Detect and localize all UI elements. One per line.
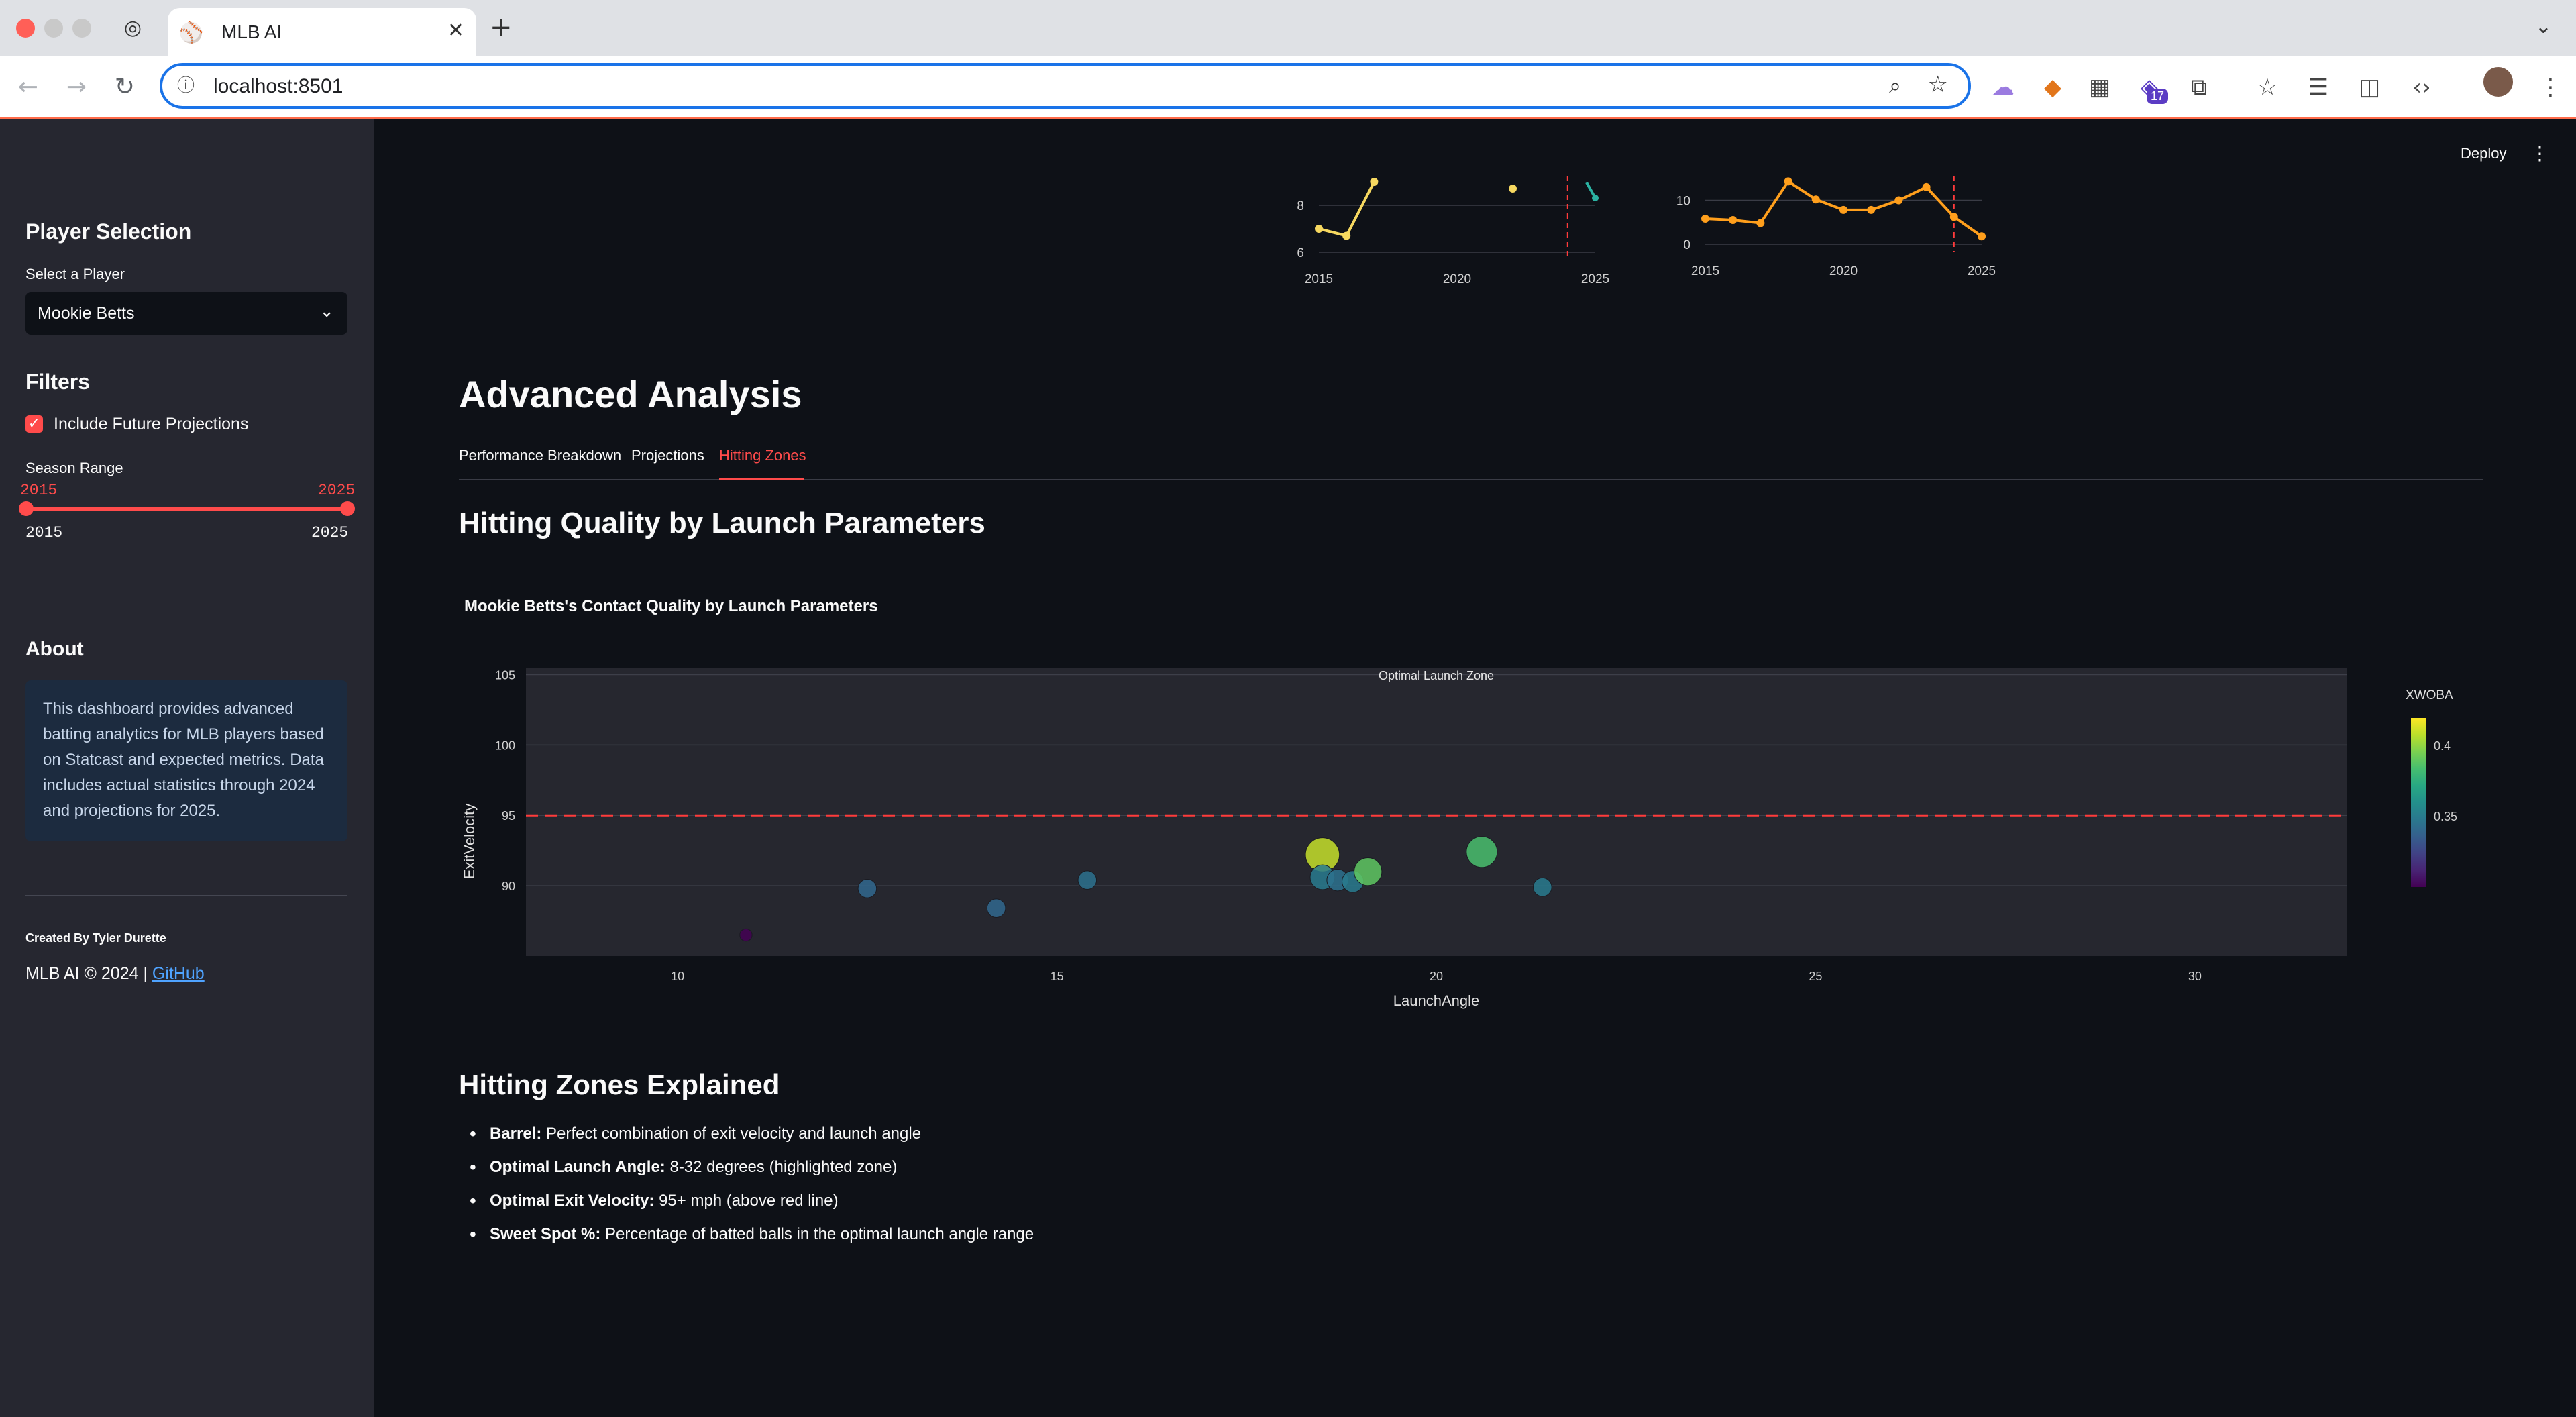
list-item: Optimal Exit Velocity: 95+ mph (above re… [470,1190,1034,1212]
zone-term: Optimal Exit Velocity: [490,1192,655,1210]
y-tick-label: 105 [495,668,515,682]
y-axis-label: ExitVelocity [461,804,478,880]
zone-term: Sweet Spot %: [490,1225,601,1243]
zone-desc: 95+ mph (above red line) [654,1192,839,1210]
zone-desc: Perfect combination of exit velocity and… [541,1124,922,1143]
plot-area [526,668,2347,956]
x-tick-label: 20 [1430,969,1443,983]
hitting-zones-explained-title: Hitting Zones Explained [459,1069,780,1100]
colorbar-title: XWOBA [2406,688,2453,702]
hitting-zones-list: Barrel: Perfect combination of exit velo… [470,1123,1034,1259]
scatter-point [1466,836,1498,868]
x-tick-label: 25 [1809,969,1822,983]
zone-desc: Percentage of batted balls in the optima… [600,1225,1034,1243]
x-tick-label: 10 [671,969,684,983]
y-tick-label: 95 [502,809,515,823]
zone-term: Barrel: [490,1124,542,1143]
scatter-point [1354,857,1383,886]
list-item: Optimal Launch Angle: 8-32 degrees (high… [470,1157,1034,1178]
colorbar-tick-label: 0.4 [2434,739,2451,753]
list-item: Sweet Spot %: Percentage of batted balls… [470,1224,1034,1245]
scatter-point [1077,870,1097,890]
scatter-point [986,898,1006,918]
y-tick-label: 100 [495,739,515,752]
x-tick-label: 30 [2188,969,2202,983]
scatter-point [739,928,753,942]
contact-quality-scatter: 90 95 100 105 10 15 20 25 30 Optimal Launch Zone L… [461,668,2457,1009]
zone-term: Optimal Launch Angle: [490,1158,665,1176]
colorbar [2411,718,2426,887]
scatter-point [1533,877,1552,897]
scatter-point [857,879,877,898]
optimal-zone-annotation: Optimal Launch Zone [1379,669,1494,682]
list-item: Barrel: Perfect combination of exit velo… [470,1123,1034,1145]
y-tick-label: 90 [502,880,515,893]
x-tick-label: 15 [1051,969,1064,983]
x-axis-label: LaunchAngle [1393,992,1479,1009]
zone-desc: 8-32 degrees (highlighted zone) [665,1158,898,1176]
colorbar-tick-label: 0.35 [2434,810,2457,823]
